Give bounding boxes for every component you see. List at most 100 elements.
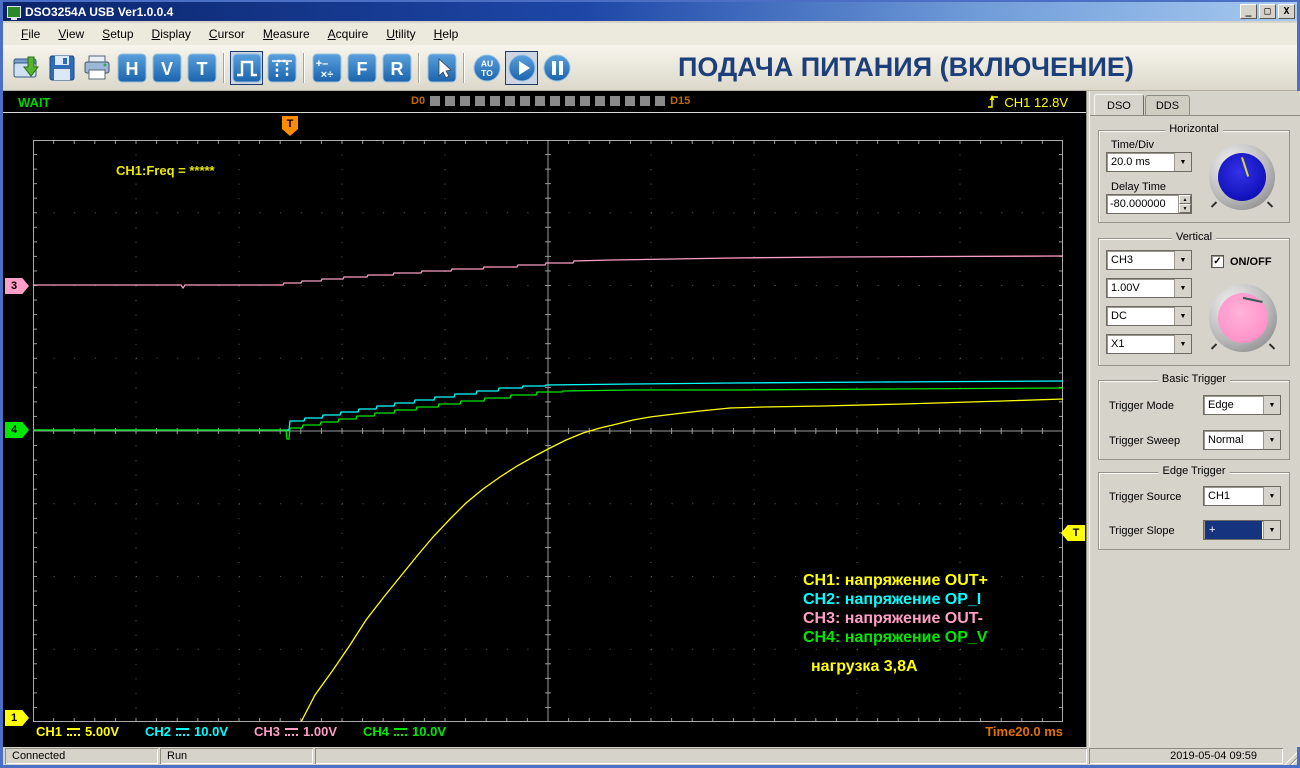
trigger-marker[interactable]: T [282,116,298,136]
checkmark-icon[interactable]: ✓ [1211,255,1224,268]
d-bus-square [475,96,486,106]
chevron-down-icon[interactable]: ▼ [1263,487,1280,505]
pause-button[interactable] [540,51,573,85]
channel-select[interactable]: CH3 ▼ [1106,250,1192,270]
channel-4-marker[interactable]: 4 [5,422,29,438]
pulse-solid-button[interactable] [230,50,263,85]
timebase-label: Time20.0 ms [985,724,1063,739]
dc-coupling-icon [176,727,190,736]
menu-item-file[interactable]: File [13,25,48,43]
letter-V-button[interactable]: V [150,51,183,85]
d-bus-square [460,96,471,106]
pulse-dashed-button[interactable] [265,51,298,85]
coupling-select[interactable]: DC ▼ [1106,306,1192,326]
trigger-level-readout: CH1 12.8V [987,94,1068,110]
volts-div-select[interactable]: 1.00V ▼ [1106,278,1192,298]
basic-trigger-title: Basic Trigger [1157,373,1231,385]
trigger-marker[interactable]: T [1061,525,1085,541]
d-bus-square [610,96,621,106]
d0-label: D0 [411,95,426,107]
panel-body: Horizontal Time/Div 20.0 ms ▼ Delay Time… [1090,115,1300,747]
horizontal-knob[interactable] [1209,144,1275,210]
minimize-button[interactable]: _ [1240,4,1257,19]
trigger-source-select[interactable]: CH1 ▼ [1203,486,1281,506]
spin-up-icon[interactable]: ▲ [1179,195,1191,204]
menu-item-cursor[interactable]: Cursor [201,25,253,43]
maximize-button[interactable]: □ [1259,4,1276,19]
d-bus-square [520,96,531,106]
channel-onoff-checkbox[interactable]: ✓ ON/OFF [1211,255,1272,268]
legend-line: CH3: напряжение OUT- [803,610,983,627]
probe-select[interactable]: X1 ▼ [1106,334,1192,354]
d-bus-square [655,96,666,106]
menu-item-help[interactable]: Help [426,25,467,43]
onoff-label: ON/OFF [1230,255,1272,268]
resize-grip[interactable] [1284,752,1297,765]
timediv-select[interactable]: 20.0 ms ▼ [1106,152,1192,172]
chevron-down-icon[interactable]: ▼ [1174,307,1191,325]
menu-item-display[interactable]: Display [144,25,199,43]
letter-H-button[interactable]: H [115,51,148,85]
trigger-sweep-select[interactable]: Normal ▼ [1203,430,1281,450]
cursor-arrow-button[interactable] [425,51,458,85]
chevron-down-icon[interactable]: ▼ [1174,335,1191,353]
chevron-down-icon[interactable]: ▼ [1263,521,1280,539]
menu-item-setup[interactable]: Setup [94,25,141,43]
d-bus-square [580,96,591,106]
channel-scale-value: 1.00V [303,724,337,739]
vertical-knob[interactable] [1209,284,1277,352]
auto-button[interactable]: AU TO [470,51,503,85]
menu-item-acquire[interactable]: Acquire [320,25,377,43]
legend-line: CH2: напряжение OP_I [803,591,982,608]
spinner-arrows[interactable]: ▲ ▼ [1178,195,1191,213]
chevron-down-icon[interactable]: ▼ [1263,396,1280,414]
toolbar: H V T +– ×÷ F R AU TO ПОДАЧА ПИТАНИЯ (ВКЛЮЧЕНИЕ) [3,45,1297,91]
datetime-display: 2019-05-04 09:59 [1089,748,1283,764]
letter-T-button[interactable]: T [185,51,218,85]
trigger-mode-select[interactable]: Edge ▼ [1203,395,1281,415]
menu-item-view[interactable]: View [50,25,92,43]
close-button[interactable]: X [1278,4,1295,19]
channel-name: CH4 [363,724,390,739]
waveform-area: CH1:Freq = ***** CH1: напряжение OUT+ CH2… [3,113,1086,746]
letter-F-button[interactable]: F [345,51,378,85]
title-bar: DSO3254A USB Ver1.0.0.4 _ □ X [3,2,1297,21]
open-file-button[interactable] [10,51,43,85]
trigger-sweep-value: Normal [1208,434,1244,446]
trigger-slope-select[interactable]: + ▼ [1203,520,1281,540]
vertical-group: Vertical CH3 ▼ 1.00V ▼ DC ▼ X1 ▼ ✓ ON/OF… [1098,231,1290,366]
trigger-source-value: CH1 [1208,490,1231,502]
math-ops-button[interactable]: +– ×÷ [310,51,343,85]
menu-item-measure[interactable]: Measure [255,25,318,43]
channel-scale-ch2: CH2 10.0V [145,724,228,739]
print-button[interactable] [80,51,113,85]
chevron-down-icon[interactable]: ▼ [1263,431,1280,449]
channel-scale-labels: CH1 5.00V CH2 10.0V CH3 1.00V CH4 10.0V [36,724,446,739]
chevron-down-icon[interactable]: ▼ [1174,153,1191,171]
channel-3-marker[interactable]: 3 [5,278,29,294]
trigger-mode-label: Trigger Mode [1109,400,1175,412]
trigger-mode-value: Edge [1208,399,1234,411]
dc-coupling-icon [394,727,408,736]
channel-name: CH3 [254,724,281,739]
tab-dso[interactable]: DSO [1094,94,1144,116]
edge-trigger-title: Edge Trigger [1158,465,1230,477]
channel-1-marker[interactable]: 1 [5,710,29,726]
chevron-down-icon[interactable]: ▼ [1174,251,1191,269]
play-button[interactable] [505,50,538,85]
letter-R-button[interactable]: R [380,51,413,85]
tab-dds[interactable]: DDS [1144,95,1191,115]
d-bus-square [490,96,501,106]
channel-scale-ch1: CH1 5.00V [36,724,119,739]
svg-text:AU: AU [480,58,492,68]
horizontal-group: Horizontal Time/Div 20.0 ms ▼ Delay Time… [1098,123,1290,223]
save-button[interactable] [45,51,78,85]
delay-time-spinner[interactable]: -80.000000 ▲ ▼ [1106,194,1192,214]
menu-item-utility[interactable]: Utility [378,25,423,43]
svg-text:×÷: ×÷ [320,69,332,81]
d-bus-square [430,96,441,106]
chevron-down-icon[interactable]: ▼ [1174,279,1191,297]
svg-text:F: F [356,59,367,79]
spin-down-icon[interactable]: ▼ [1179,204,1191,213]
connection-status: Connected [5,748,158,764]
